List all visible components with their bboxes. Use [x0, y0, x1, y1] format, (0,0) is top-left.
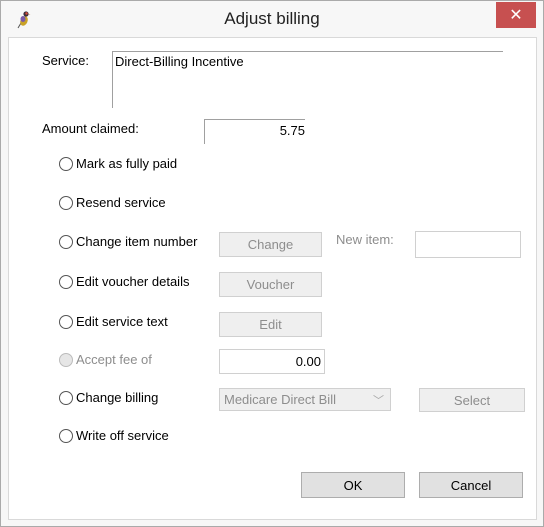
radio-button[interactable]: [59, 390, 73, 405]
radio-label: Mark as fully paid: [76, 156, 178, 171]
service-text-box: Direct-Billing Incentive: [112, 51, 503, 108]
radio-edit-service-text[interactable]: Edit service text: [59, 314, 168, 329]
edit-button[interactable]: Edit: [219, 312, 322, 337]
close-button[interactable]: ✕: [496, 2, 536, 28]
radio-resend-service[interactable]: Resend service: [59, 195, 166, 210]
radio-change-billing[interactable]: Change billing: [59, 390, 158, 405]
radio-label: Edit voucher details: [76, 274, 190, 289]
radio-edit-voucher-details[interactable]: Edit voucher details: [59, 274, 189, 289]
new-item-input[interactable]: [415, 231, 521, 258]
radio-label: Change item number: [76, 234, 198, 249]
billing-select-value: Medicare Direct Bill: [224, 392, 336, 407]
radio-label: Change billing: [76, 390, 159, 405]
radio-change-item-number[interactable]: Change item number: [59, 234, 197, 249]
voucher-button[interactable]: Voucher: [219, 272, 322, 297]
accept-fee-input[interactable]: 0.00: [219, 349, 325, 374]
radio-button[interactable]: [59, 234, 73, 249]
radio-label: Edit service text: [76, 314, 168, 329]
content-panel: Service: Direct-Billing Incentive Amount…: [8, 37, 537, 520]
close-icon: ✕: [509, 7, 523, 24]
window-title: Adjust billing: [224, 9, 320, 28]
service-label: Service:: [42, 53, 89, 68]
ok-button[interactable]: OK: [301, 472, 405, 498]
amount-claimed-box: 5.75: [204, 119, 305, 144]
radio-label: Accept fee of: [76, 352, 152, 367]
radio-button[interactable]: [59, 314, 73, 329]
radio-button[interactable]: [59, 274, 73, 289]
radio-label: Write off service: [76, 428, 169, 443]
radio-label: Resend service: [76, 195, 166, 210]
radio-write-off-service[interactable]: Write off service: [59, 428, 169, 443]
service-value: Direct-Billing Incentive: [115, 54, 244, 69]
radio-accept-fee: Accept fee of: [59, 352, 152, 367]
chevron-down-icon: ﹀: [373, 395, 384, 407]
radio-button[interactable]: [59, 428, 73, 443]
amount-claimed-label: Amount claimed:: [42, 121, 139, 136]
radio-button[interactable]: [59, 195, 73, 210]
radio-button[interactable]: [59, 156, 73, 171]
title-bar[interactable]: Adjust billing ✕: [1, 1, 543, 37]
new-item-label: New item:: [336, 232, 394, 247]
radio-button: [59, 352, 73, 367]
radio-mark-fully-paid[interactable]: Mark as fully paid: [59, 156, 177, 171]
select-button[interactable]: Select: [419, 388, 525, 412]
amount-claimed-value: 5.75: [279, 123, 305, 138]
cancel-button[interactable]: Cancel: [419, 472, 523, 498]
change-button[interactable]: Change: [219, 232, 322, 257]
billing-type-select[interactable]: Medicare Direct Bill ﹀: [219, 388, 391, 411]
adjust-billing-dialog: Adjust billing ✕ Service: Direct-Billing…: [0, 0, 544, 527]
